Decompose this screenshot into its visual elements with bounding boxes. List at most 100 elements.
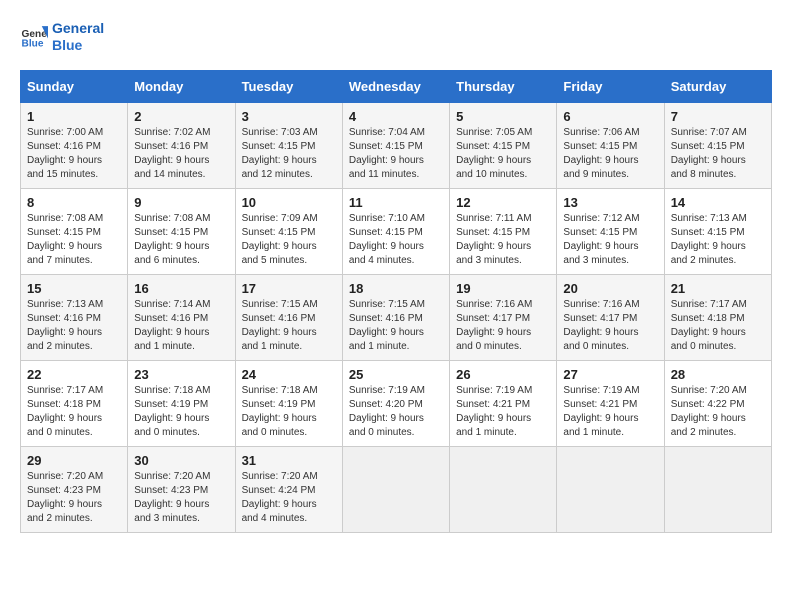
day-info: Sunrise: 7:19 AMSunset: 4:21 PMDaylight:…: [563, 384, 657, 440]
calendar-cell: 19 Sunrise: 7:16 AMSunset: 4:17 PMDaylig…: [450, 274, 557, 360]
day-info: Sunrise: 7:19 AMSunset: 4:21 PMDaylight:…: [456, 384, 550, 440]
day-number: 11: [349, 195, 443, 210]
weekday-header-tuesday: Tuesday: [235, 70, 342, 102]
calendar-cell: [342, 446, 449, 532]
calendar-cell: 7 Sunrise: 7:07 AMSunset: 4:15 PMDayligh…: [664, 102, 771, 188]
day-info: Sunrise: 7:17 AMSunset: 4:18 PMDaylight:…: [27, 384, 121, 440]
calendar-cell: 23 Sunrise: 7:18 AMSunset: 4:19 PMDaylig…: [128, 360, 235, 446]
day-number: 20: [563, 281, 657, 296]
calendar-cell: 8 Sunrise: 7:08 AMSunset: 4:15 PMDayligh…: [21, 188, 128, 274]
calendar-week-row: 8 Sunrise: 7:08 AMSunset: 4:15 PMDayligh…: [21, 188, 772, 274]
day-info: Sunrise: 7:05 AMSunset: 4:15 PMDaylight:…: [456, 126, 550, 182]
calendar-cell: 3 Sunrise: 7:03 AMSunset: 4:15 PMDayligh…: [235, 102, 342, 188]
calendar-cell: [664, 446, 771, 532]
calendar-cell: 1 Sunrise: 7:00 AMSunset: 4:16 PMDayligh…: [21, 102, 128, 188]
day-number: 24: [242, 367, 336, 382]
day-number: 10: [242, 195, 336, 210]
calendar-cell: [557, 446, 664, 532]
day-info: Sunrise: 7:06 AMSunset: 4:15 PMDaylight:…: [563, 126, 657, 182]
calendar-cell: 17 Sunrise: 7:15 AMSunset: 4:16 PMDaylig…: [235, 274, 342, 360]
calendar-cell: 16 Sunrise: 7:14 AMSunset: 4:16 PMDaylig…: [128, 274, 235, 360]
weekday-header-row: SundayMondayTuesdayWednesdayThursdayFrid…: [21, 70, 772, 102]
day-info: Sunrise: 7:20 AMSunset: 4:23 PMDaylight:…: [27, 470, 121, 526]
calendar-cell: 28 Sunrise: 7:20 AMSunset: 4:22 PMDaylig…: [664, 360, 771, 446]
weekday-header-monday: Monday: [128, 70, 235, 102]
day-number: 16: [134, 281, 228, 296]
day-number: 22: [27, 367, 121, 382]
weekday-header-thursday: Thursday: [450, 70, 557, 102]
day-number: 9: [134, 195, 228, 210]
day-number: 15: [27, 281, 121, 296]
day-number: 17: [242, 281, 336, 296]
calendar-table: SundayMondayTuesdayWednesdayThursdayFrid…: [20, 70, 772, 533]
day-number: 14: [671, 195, 765, 210]
calendar-cell: 29 Sunrise: 7:20 AMSunset: 4:23 PMDaylig…: [21, 446, 128, 532]
day-number: 3: [242, 109, 336, 124]
day-info: Sunrise: 7:16 AMSunset: 4:17 PMDaylight:…: [456, 298, 550, 354]
day-info: Sunrise: 7:12 AMSunset: 4:15 PMDaylight:…: [563, 212, 657, 268]
day-info: Sunrise: 7:20 AMSunset: 4:22 PMDaylight:…: [671, 384, 765, 440]
calendar-cell: 4 Sunrise: 7:04 AMSunset: 4:15 PMDayligh…: [342, 102, 449, 188]
calendar-cell: 30 Sunrise: 7:20 AMSunset: 4:23 PMDaylig…: [128, 446, 235, 532]
day-number: 31: [242, 453, 336, 468]
calendar-cell: 6 Sunrise: 7:06 AMSunset: 4:15 PMDayligh…: [557, 102, 664, 188]
day-number: 26: [456, 367, 550, 382]
day-number: 19: [456, 281, 550, 296]
day-info: Sunrise: 7:14 AMSunset: 4:16 PMDaylight:…: [134, 298, 228, 354]
day-info: Sunrise: 7:09 AMSunset: 4:15 PMDaylight:…: [242, 212, 336, 268]
day-info: Sunrise: 7:08 AMSunset: 4:15 PMDaylight:…: [27, 212, 121, 268]
calendar-week-row: 15 Sunrise: 7:13 AMSunset: 4:16 PMDaylig…: [21, 274, 772, 360]
calendar-week-row: 1 Sunrise: 7:00 AMSunset: 4:16 PMDayligh…: [21, 102, 772, 188]
day-info: Sunrise: 7:16 AMSunset: 4:17 PMDaylight:…: [563, 298, 657, 354]
day-info: Sunrise: 7:20 AMSunset: 4:24 PMDaylight:…: [242, 470, 336, 526]
day-number: 29: [27, 453, 121, 468]
day-number: 4: [349, 109, 443, 124]
day-number: 5: [456, 109, 550, 124]
day-number: 23: [134, 367, 228, 382]
calendar-week-row: 22 Sunrise: 7:17 AMSunset: 4:18 PMDaylig…: [21, 360, 772, 446]
weekday-header-sunday: Sunday: [21, 70, 128, 102]
day-number: 28: [671, 367, 765, 382]
day-info: Sunrise: 7:08 AMSunset: 4:15 PMDaylight:…: [134, 212, 228, 268]
day-number: 27: [563, 367, 657, 382]
day-info: Sunrise: 7:04 AMSunset: 4:15 PMDaylight:…: [349, 126, 443, 182]
day-info: Sunrise: 7:11 AMSunset: 4:15 PMDaylight:…: [456, 212, 550, 268]
day-number: 1: [27, 109, 121, 124]
calendar-cell: 21 Sunrise: 7:17 AMSunset: 4:18 PMDaylig…: [664, 274, 771, 360]
day-number: 6: [563, 109, 657, 124]
calendar-cell: 26 Sunrise: 7:19 AMSunset: 4:21 PMDaylig…: [450, 360, 557, 446]
day-info: Sunrise: 7:15 AMSunset: 4:16 PMDaylight:…: [349, 298, 443, 354]
calendar-week-row: 29 Sunrise: 7:20 AMSunset: 4:23 PMDaylig…: [21, 446, 772, 532]
day-info: Sunrise: 7:13 AMSunset: 4:15 PMDaylight:…: [671, 212, 765, 268]
weekday-header-friday: Friday: [557, 70, 664, 102]
calendar-cell: 9 Sunrise: 7:08 AMSunset: 4:15 PMDayligh…: [128, 188, 235, 274]
day-info: Sunrise: 7:10 AMSunset: 4:15 PMDaylight:…: [349, 212, 443, 268]
calendar-cell: 18 Sunrise: 7:15 AMSunset: 4:16 PMDaylig…: [342, 274, 449, 360]
day-number: 25: [349, 367, 443, 382]
day-info: Sunrise: 7:07 AMSunset: 4:15 PMDaylight:…: [671, 126, 765, 182]
calendar-cell: 20 Sunrise: 7:16 AMSunset: 4:17 PMDaylig…: [557, 274, 664, 360]
day-info: Sunrise: 7:13 AMSunset: 4:16 PMDaylight:…: [27, 298, 121, 354]
day-number: 7: [671, 109, 765, 124]
logo-icon: General Blue: [20, 23, 48, 51]
calendar-cell: 13 Sunrise: 7:12 AMSunset: 4:15 PMDaylig…: [557, 188, 664, 274]
calendar-cell: 22 Sunrise: 7:17 AMSunset: 4:18 PMDaylig…: [21, 360, 128, 446]
calendar-cell: 27 Sunrise: 7:19 AMSunset: 4:21 PMDaylig…: [557, 360, 664, 446]
day-info: Sunrise: 7:17 AMSunset: 4:18 PMDaylight:…: [671, 298, 765, 354]
calendar-cell: 11 Sunrise: 7:10 AMSunset: 4:15 PMDaylig…: [342, 188, 449, 274]
calendar-cell: 10 Sunrise: 7:09 AMSunset: 4:15 PMDaylig…: [235, 188, 342, 274]
calendar-cell: 15 Sunrise: 7:13 AMSunset: 4:16 PMDaylig…: [21, 274, 128, 360]
calendar-cell: [450, 446, 557, 532]
day-number: 8: [27, 195, 121, 210]
logo-text: General Blue: [52, 20, 104, 54]
day-info: Sunrise: 7:18 AMSunset: 4:19 PMDaylight:…: [134, 384, 228, 440]
day-info: Sunrise: 7:19 AMSunset: 4:20 PMDaylight:…: [349, 384, 443, 440]
calendar-cell: 14 Sunrise: 7:13 AMSunset: 4:15 PMDaylig…: [664, 188, 771, 274]
logo: General Blue General Blue: [20, 20, 104, 54]
page-header: General Blue General Blue: [20, 20, 772, 54]
day-info: Sunrise: 7:02 AMSunset: 4:16 PMDaylight:…: [134, 126, 228, 182]
calendar-cell: 5 Sunrise: 7:05 AMSunset: 4:15 PMDayligh…: [450, 102, 557, 188]
day-number: 13: [563, 195, 657, 210]
day-number: 30: [134, 453, 228, 468]
svg-text:Blue: Blue: [22, 38, 44, 49]
